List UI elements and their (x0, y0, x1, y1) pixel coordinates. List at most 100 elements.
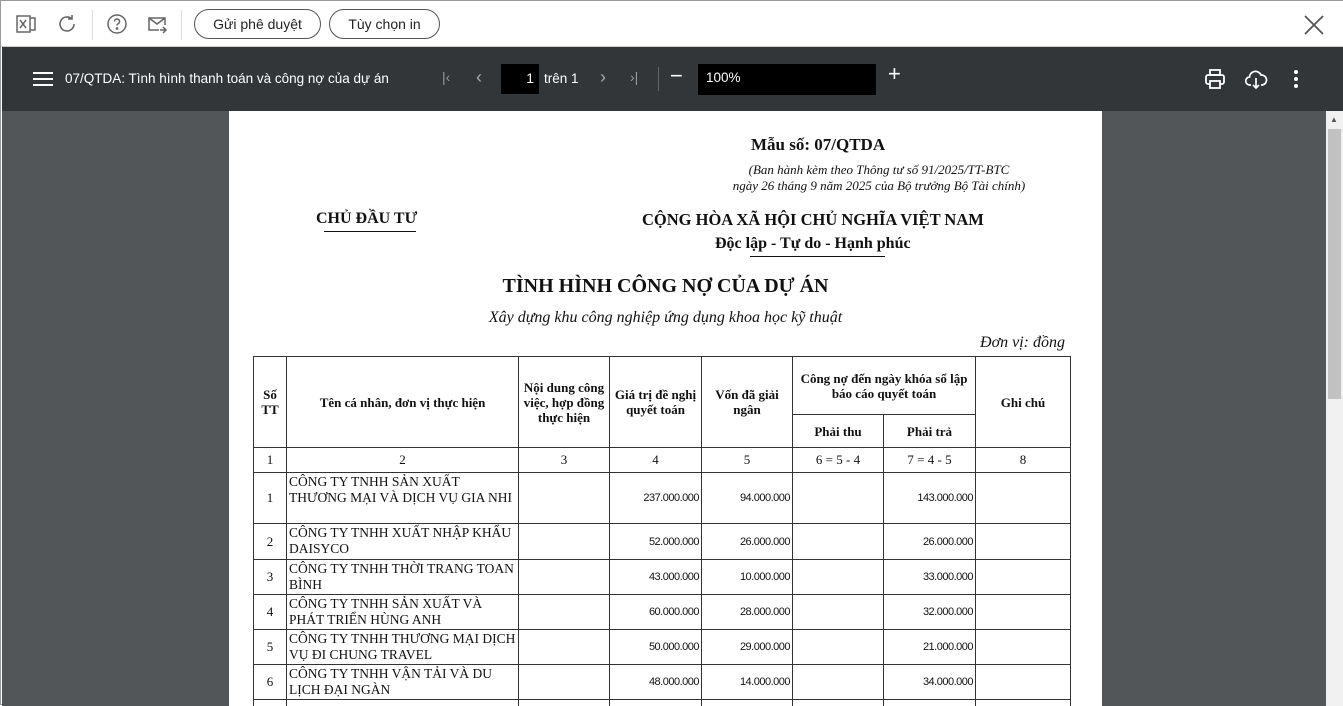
header-content: Nội dung công việc, hợp đồng thực hiện (519, 357, 610, 448)
table-row (254, 700, 1071, 706)
row-receivable (793, 524, 884, 560)
row-stt: 5 (254, 630, 287, 665)
col-number: 3 (519, 448, 610, 473)
header-debt: Công nợ đến ngày khóa sổ lập báo cáo quy… (793, 357, 976, 415)
row-receivable (793, 665, 884, 700)
print-icon[interactable] (1204, 68, 1226, 95)
table-row: 4CÔNG TY TNHH SẢN XUẤT VÀ PHÁT TRIỂN HÙN… (254, 595, 1071, 630)
row-receivable (793, 560, 884, 595)
row-name: CÔNG TY TNHH THỜI TRANG TOAN BÌNH (287, 560, 519, 595)
col-number: 7 = 4 - 5 (884, 448, 976, 473)
issued-note: (Ban hành kèm theo Thông tư số 91/2025/T… (639, 162, 1119, 194)
zoom-in-icon[interactable]: + (888, 61, 901, 87)
row-payable: 34.000.000 (884, 665, 976, 700)
first-page-icon[interactable]: |‹ (442, 69, 450, 85)
row-content (519, 630, 610, 665)
row-stt: 2 (254, 524, 287, 560)
top-toolbar: Gửi phê duyệt Tùy chọn in (1, 1, 1343, 47)
divider (181, 10, 182, 40)
row-note (976, 560, 1071, 595)
header-note: Ghi chú (976, 357, 1071, 448)
row-cell (976, 700, 1071, 706)
issued-line-1: (Ban hành kèm theo Thông tư số 91/2025/T… (639, 162, 1119, 178)
more-options-icon[interactable] (1293, 69, 1299, 94)
scrollbar-thumb[interactable] (1328, 129, 1341, 399)
pdf-viewer-toolbar: 07/QTDA: Tình hình thanh toán và công nợ… (2, 47, 1343, 111)
divider (658, 67, 659, 91)
help-icon[interactable] (105, 12, 129, 36)
row-disbursed: 28.000.000 (702, 595, 793, 630)
scroll-up-icon[interactable]: ▲ (1330, 115, 1338, 124)
table-row: 3CÔNG TY TNHH THỜI TRANG TOAN BÌNH43.000… (254, 560, 1071, 595)
header-receivable: Phải thu (793, 415, 884, 448)
form-number: Mẫu số: 07/QTDA (751, 135, 885, 155)
header-payable: Phải trả (884, 415, 976, 448)
table-row: 6CÔNG TY TNHH VẬN TẢI VÀ DU LỊCH ĐẠI NGÀ… (254, 665, 1071, 700)
underline (324, 231, 416, 232)
prev-page-icon[interactable]: ‹ (476, 67, 482, 88)
row-note (976, 665, 1071, 700)
row-note (976, 524, 1071, 560)
row-receivable (793, 595, 884, 630)
column-number-row: 1 2 3 4 5 6 = 5 - 4 7 = 4 - 5 8 (254, 448, 1071, 473)
excel-export-icon[interactable] (14, 12, 38, 36)
header-stt: Số TT (254, 357, 287, 448)
row-note (976, 595, 1071, 630)
row-cell (884, 700, 976, 706)
col-number: 4 (610, 448, 702, 473)
row-receivable (793, 630, 884, 665)
refresh-icon[interactable] (55, 12, 79, 36)
row-name: CÔNG TY TNHH SẢN XUẤT THƯƠNG MẠI VÀ DỊCH… (287, 473, 519, 524)
page-total-label: trên 1 (544, 71, 579, 86)
header-name: Tên cá nhân, đơn vị thực hiện (287, 357, 519, 448)
last-page-icon[interactable]: ›| (630, 69, 638, 85)
table-row: 5CÔNG TY TNHH THƯƠNG MẠI DỊCH VỤ ĐI CHUN… (254, 630, 1071, 665)
col-number: 5 (702, 448, 793, 473)
send-approval-button[interactable]: Gửi phê duyệt (194, 9, 321, 39)
row-cell (519, 700, 610, 706)
send-email-icon[interactable] (145, 12, 169, 36)
row-stt: 3 (254, 560, 287, 595)
row-content (519, 595, 610, 630)
row-stt: 4 (254, 595, 287, 630)
row-name: CÔNG TY TNHH XUẤT NHẬP KHẨU DAISYCO (287, 524, 519, 560)
print-options-button[interactable]: Tùy chọn in (329, 9, 440, 39)
row-content (519, 665, 610, 700)
row-value: 237.000.000 (610, 473, 702, 524)
page-number-input[interactable]: 1 (501, 64, 539, 94)
row-payable: 33.000.000 (884, 560, 976, 595)
row-disbursed: 26.000.000 (702, 524, 793, 560)
row-name: CÔNG TY TNHH THƯƠNG MẠI DỊCH VỤ ĐI CHUNG… (287, 630, 519, 665)
document-page: Mẫu số: 07/QTDA (Ban hành kèm theo Thông… (229, 111, 1102, 706)
row-cell (287, 700, 519, 706)
row-value: 60.000.000 (610, 595, 702, 630)
next-page-icon[interactable]: › (600, 67, 606, 88)
row-note (976, 473, 1071, 524)
row-disbursed: 14.000.000 (702, 665, 793, 700)
col-number: 8 (976, 448, 1071, 473)
menu-icon[interactable] (33, 71, 53, 92)
row-stt: 6 (254, 665, 287, 700)
table-row: 1CÔNG TY TNHH SẢN XUẤT THƯƠNG MẠI VÀ DỊC… (254, 473, 1071, 524)
nation-heading: CỘNG HÒA XÃ HỘI CHỦ NGHĨA VIỆT NAM (642, 210, 984, 230)
header-value: Giá trị đề nghị quyết toán (610, 357, 702, 448)
row-value: 48.000.000 (610, 665, 702, 700)
row-value: 50.000.000 (610, 630, 702, 665)
row-stt: 1 (254, 473, 287, 524)
zoom-out-icon[interactable]: − (670, 63, 683, 89)
report-title: TÌNH HÌNH CÔNG NỢ CỦA DỰ ÁN (229, 275, 1102, 298)
row-cell (702, 700, 793, 706)
debt-table: Số TT Tên cá nhân, đơn vị thực hiện Nội … (253, 356, 1071, 706)
download-icon[interactable] (1244, 68, 1268, 95)
row-content (519, 560, 610, 595)
row-cell (610, 700, 702, 706)
row-disbursed: 29.000.000 (702, 630, 793, 665)
zoom-input[interactable]: 100% (698, 64, 876, 95)
row-payable: 21.000.000 (884, 630, 976, 665)
close-icon[interactable] (1302, 13, 1326, 37)
row-disbursed: 94.000.000 (702, 473, 793, 524)
row-content (519, 473, 610, 524)
underline (750, 256, 885, 257)
vertical-scrollbar[interactable]: ▲ (1326, 111, 1343, 706)
row-content (519, 524, 610, 560)
